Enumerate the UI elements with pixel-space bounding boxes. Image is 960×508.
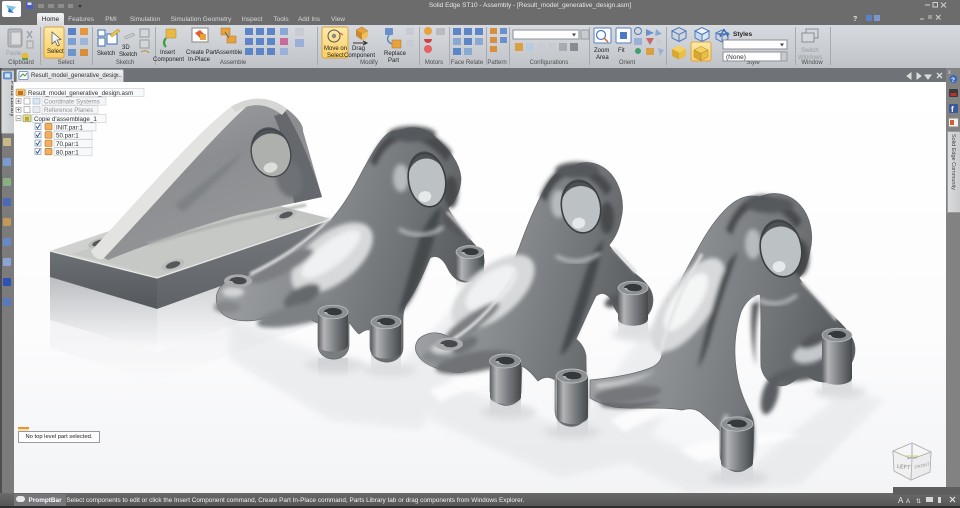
svg-text:Zoom: Zoom xyxy=(594,48,609,54)
svg-text:Component: Component xyxy=(153,57,184,63)
svg-text:Create Part: Create Part xyxy=(186,50,217,56)
svg-text:Component: Component xyxy=(344,53,375,59)
svg-text:80.par:1: 80.par:1 xyxy=(56,149,79,156)
svg-text:Result_model_generative_design: Result_model_generative_design.asm xyxy=(28,90,133,97)
svg-text:INIT.par:1: INIT.par:1 xyxy=(56,124,83,131)
svg-text:Sketch: Sketch xyxy=(119,52,137,58)
svg-text:Insert: Insert xyxy=(160,50,175,56)
svg-text:Move on: Move on xyxy=(324,46,347,52)
svg-text:Windows: Windows xyxy=(798,55,822,61)
svg-text:Select: Select xyxy=(327,53,344,59)
svg-text:x: x xyxy=(948,70,951,76)
svg-text:Assemble: Assemble xyxy=(216,50,243,56)
svg-text:A: A xyxy=(906,499,910,505)
svg-text:Styles: Styles xyxy=(733,31,753,38)
svg-text:Reference Planes: Reference Planes xyxy=(44,107,93,114)
svg-text:Parts Library: Parts Library xyxy=(9,81,13,118)
svg-text:(None): (None) xyxy=(726,54,746,61)
svg-text:Sketch: Sketch xyxy=(97,51,115,57)
svg-text:In-Place: In-Place xyxy=(188,57,211,63)
svg-text:f: f xyxy=(951,105,954,114)
svg-text:Part: Part xyxy=(388,58,399,64)
svg-text:50.par:1: 50.par:1 xyxy=(56,133,79,140)
svg-text:Drag: Drag xyxy=(352,46,365,52)
svg-text:?: ? xyxy=(951,77,955,84)
svg-text:Select: Select xyxy=(47,49,64,55)
svg-text:70.par:1: 70.par:1 xyxy=(56,141,79,148)
svg-text:3D: 3D xyxy=(122,45,130,51)
svg-text:Paste: Paste xyxy=(6,51,22,57)
svg-text:Fit: Fit xyxy=(618,48,625,54)
svg-text:⇅: ⇅ xyxy=(916,499,921,505)
svg-text:LEFT: LEFT xyxy=(897,464,911,471)
svg-text:Switch: Switch xyxy=(801,48,819,54)
svg-text:Area: Area xyxy=(596,55,609,61)
svg-text:Replace: Replace xyxy=(384,51,407,57)
svg-text:Copie d'assemblage_1: Copie d'assemblage_1 xyxy=(34,116,97,123)
svg-text:?: ? xyxy=(853,16,857,23)
svg-text:A: A xyxy=(898,496,904,505)
svg-text:Coordinate Systems: Coordinate Systems xyxy=(44,99,100,106)
